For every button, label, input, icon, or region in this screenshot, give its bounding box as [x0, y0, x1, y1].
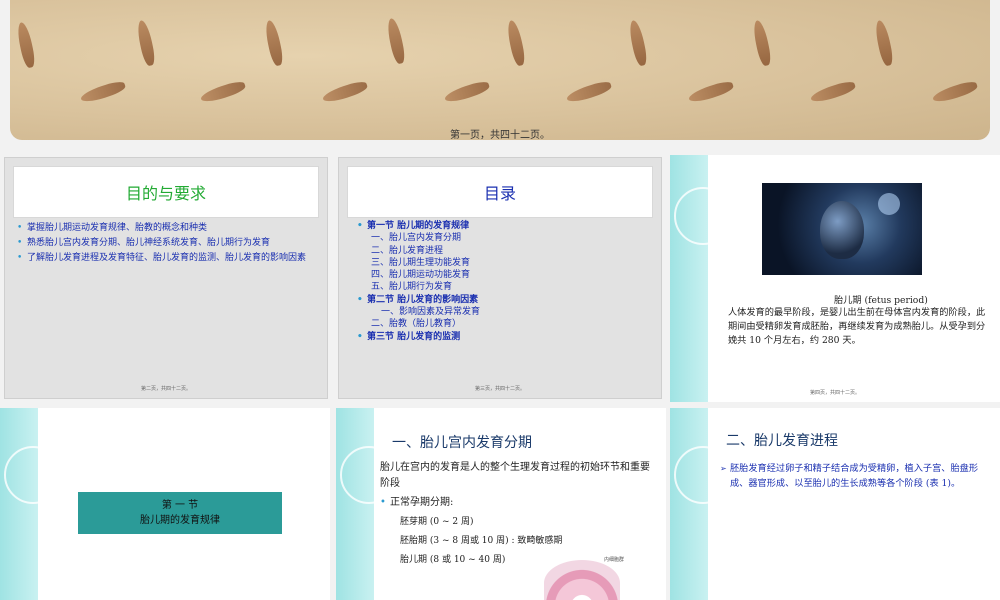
- bullet-text: 正常孕期分期:: [390, 497, 454, 508]
- decorative-circle: [4, 446, 62, 504]
- fossil-fish-image: [505, 19, 527, 67]
- page-footer: 第二页，共四十二页。: [140, 386, 191, 392]
- fossil-fish-image: [321, 79, 369, 105]
- decorative-strip: [670, 408, 708, 600]
- fossil-fish-image: [199, 79, 247, 105]
- toc-item: 三、胎儿期生理功能发育: [371, 257, 471, 268]
- intro-text: 胎儿在宫内的发育是人的整个生理发育过程的初始环节和重要阶段: [380, 462, 650, 489]
- fetus-image: [762, 183, 922, 275]
- fossil-fish-image: [687, 79, 735, 105]
- slide-6-thumbnail[interactable]: 一、胎儿宫内发育分期 胎儿在宫内的发育是人的整个生理发育过程的初始环节和重要阶段…: [336, 408, 666, 600]
- slide-body: 胎儿在宫内的发育是人的整个生理发育过程的初始环节和重要阶段 • 正常孕期分期: …: [380, 460, 650, 570]
- list-item: 胚芽期 (0 ~ 2 周): [400, 517, 474, 527]
- fossil-fish-image: [627, 19, 649, 67]
- fossil-fish-image: [385, 17, 407, 65]
- list-item: 掌握胎儿期运动发育规律、胎教的概念和种类: [17, 222, 313, 235]
- fossil-fish-image: [873, 19, 895, 67]
- fossil-fish-image: [15, 21, 37, 69]
- fossil-fish-image: [263, 19, 285, 67]
- fossil-fish-image: [809, 79, 857, 105]
- slide-body-text: 人体发育的最早阶段，是婴儿出生前在母体宫内发育的阶段，此期间由受精卵发育成胚胎，…: [728, 307, 986, 346]
- slide-1-thumbnail[interactable]: 第一页，共四十二页。: [10, 0, 990, 140]
- toc-item: 五、胎儿期行为发育: [371, 282, 453, 293]
- slide-body-text: 胚胎发育经过卵子和精子结合成为受精卵，植入子宫、胎盘形成、器官形成、以至胎儿的生…: [720, 462, 986, 491]
- toc-section: 第三节 胎儿发育的监测: [357, 331, 480, 344]
- fetus-figure: [820, 201, 864, 259]
- list-item: 熟悉胎儿宫内发育分期、胎儿神经系统发育、胎儿期行为发育: [17, 237, 313, 250]
- section-heading-box: 第 一 节 胎儿期的发育规律: [78, 492, 282, 534]
- bullet-icon: •: [380, 497, 386, 508]
- slide-title: 一、胎儿宫内发育分期: [392, 435, 532, 451]
- light-glow: [878, 193, 900, 215]
- fossil-fish-image: [565, 79, 613, 105]
- page-footer: 第三页，共四十二页。: [474, 386, 525, 392]
- toc-item: 一、影响因素及异常发育: [381, 307, 481, 318]
- decorative-circle: [674, 187, 732, 245]
- bullet-item: • 正常孕期分期:: [380, 495, 650, 511]
- slide-5-thumbnail[interactable]: 第 一 节 胎儿期的发育规律: [0, 408, 330, 600]
- decorative-strip: [336, 408, 374, 600]
- section-title: 胎儿期的发育规律: [140, 515, 220, 526]
- section-number: 第 一 节: [161, 500, 199, 511]
- slide-4-thumbnail[interactable]: 胎儿期 (fetus period) 人体发育的最早阶段，是婴儿出生前在母体宫内…: [670, 155, 1000, 402]
- slide-title: 目录: [347, 166, 653, 218]
- slide-title: 二、胎儿发育进程: [726, 433, 838, 449]
- toc-item: 四、胎儿期运动功能发育: [371, 270, 471, 281]
- decorative-strip: [0, 408, 38, 600]
- slide-caption: 胎儿期 (fetus period): [834, 295, 928, 306]
- page-footer: 第四页，共四十二页。: [809, 390, 860, 396]
- toc-section: 第二节 胎儿发育的影响因素: [357, 294, 480, 307]
- slide-title: 目的与要求: [13, 166, 319, 218]
- table-of-contents: 第一节 胎儿期的发育规律 一、胎儿宫内发育分期 二、胎儿发育进程 三、胎儿期生理…: [357, 220, 480, 343]
- fossil-fish-image: [79, 79, 127, 105]
- objectives-list: 掌握胎儿期运动发育规律、胎教的概念和种类 熟悉胎儿宫内发育分期、胎儿神经系统发育…: [17, 222, 313, 267]
- toc-item: 二、胎教（胎儿教育）: [371, 319, 462, 330]
- embryo-diagram: [544, 560, 620, 600]
- fossil-fish-image: [931, 79, 979, 105]
- fossil-fish-image: [135, 19, 157, 67]
- page-footer: 第一页，共四十二页。: [450, 130, 550, 140]
- list-item: 了解胎儿发育进程及发育特征、胎儿发育的监测、胎儿发育的影响因素: [17, 252, 313, 265]
- fossil-fish-image: [443, 79, 491, 105]
- slide-2-thumbnail[interactable]: 目的与要求 掌握胎儿期运动发育规律、胎教的概念和种类 熟悉胎儿宫内发育分期、胎儿…: [4, 157, 328, 399]
- slide-7-thumbnail[interactable]: 二、胎儿发育进程 胚胎发育经过卵子和精子结合成为受精卵，植入子宫、胎盘形成、器官…: [670, 408, 1000, 600]
- slide-3-thumbnail[interactable]: 目录 第一节 胎儿期的发育规律 一、胎儿宫内发育分期 二、胎儿发育进程 三、胎儿…: [338, 157, 662, 399]
- toc-section: 第一节 胎儿期的发育规律: [357, 220, 480, 233]
- toc-item: 一、胎儿宫内发育分期: [371, 233, 462, 244]
- diagram-label: 内细胞群: [604, 557, 625, 563]
- list-item: 胚胎期 (3 ~ 8 周或 10 周) : 致畸敏感期: [400, 536, 563, 546]
- fossil-fish-image: [751, 19, 773, 67]
- toc-item: 二、胎儿发育进程: [371, 245, 444, 256]
